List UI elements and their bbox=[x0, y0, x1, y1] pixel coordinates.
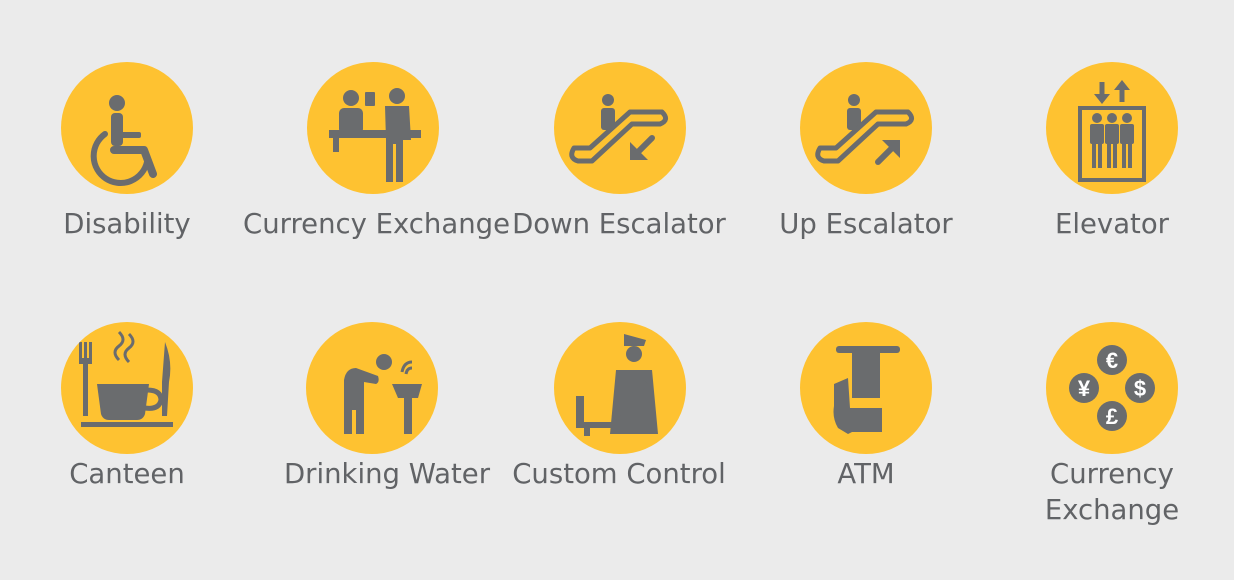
pound-symbol: £ bbox=[1106, 404, 1119, 429]
up-escalator-icon bbox=[800, 62, 932, 194]
currency-exchange-desk-icon bbox=[307, 62, 439, 194]
canteen-icon bbox=[61, 322, 193, 454]
atm-label: ATM bbox=[837, 458, 895, 490]
down-escalator-icon bbox=[554, 62, 686, 194]
label-line-2: Exchange bbox=[1044, 494, 1180, 526]
icon-sheet: { "palette": { "background": "#ebebeb", … bbox=[0, 0, 1234, 580]
custom-control-icon bbox=[554, 322, 686, 454]
elevator-icon bbox=[1046, 62, 1178, 194]
currency-symbols-icon: € ¥ $ £ bbox=[1046, 322, 1178, 454]
custom-control-label: Custom Control bbox=[512, 458, 726, 490]
label-line-1: Currency bbox=[1050, 458, 1174, 490]
euro-symbol: € bbox=[1106, 348, 1118, 373]
currency-exchange-label-2: Currency Exchange bbox=[987, 456, 1234, 528]
canteen-label: Canteen bbox=[69, 458, 185, 490]
down-escalator-label: Down Escalator bbox=[512, 208, 726, 240]
disability-icon bbox=[61, 62, 193, 194]
dollar-symbol: $ bbox=[1134, 376, 1146, 401]
yen-symbol: ¥ bbox=[1078, 376, 1091, 401]
drinking-water-icon bbox=[306, 322, 438, 454]
atm-icon bbox=[800, 322, 932, 454]
elevator-label: Elevator bbox=[1055, 208, 1169, 240]
up-escalator-label: Up Escalator bbox=[779, 208, 953, 240]
currency-exchange-label: Currency Exchange bbox=[243, 208, 511, 240]
disability-label: Disability bbox=[63, 208, 191, 240]
drinking-water-label: Drinking Water bbox=[283, 458, 491, 490]
